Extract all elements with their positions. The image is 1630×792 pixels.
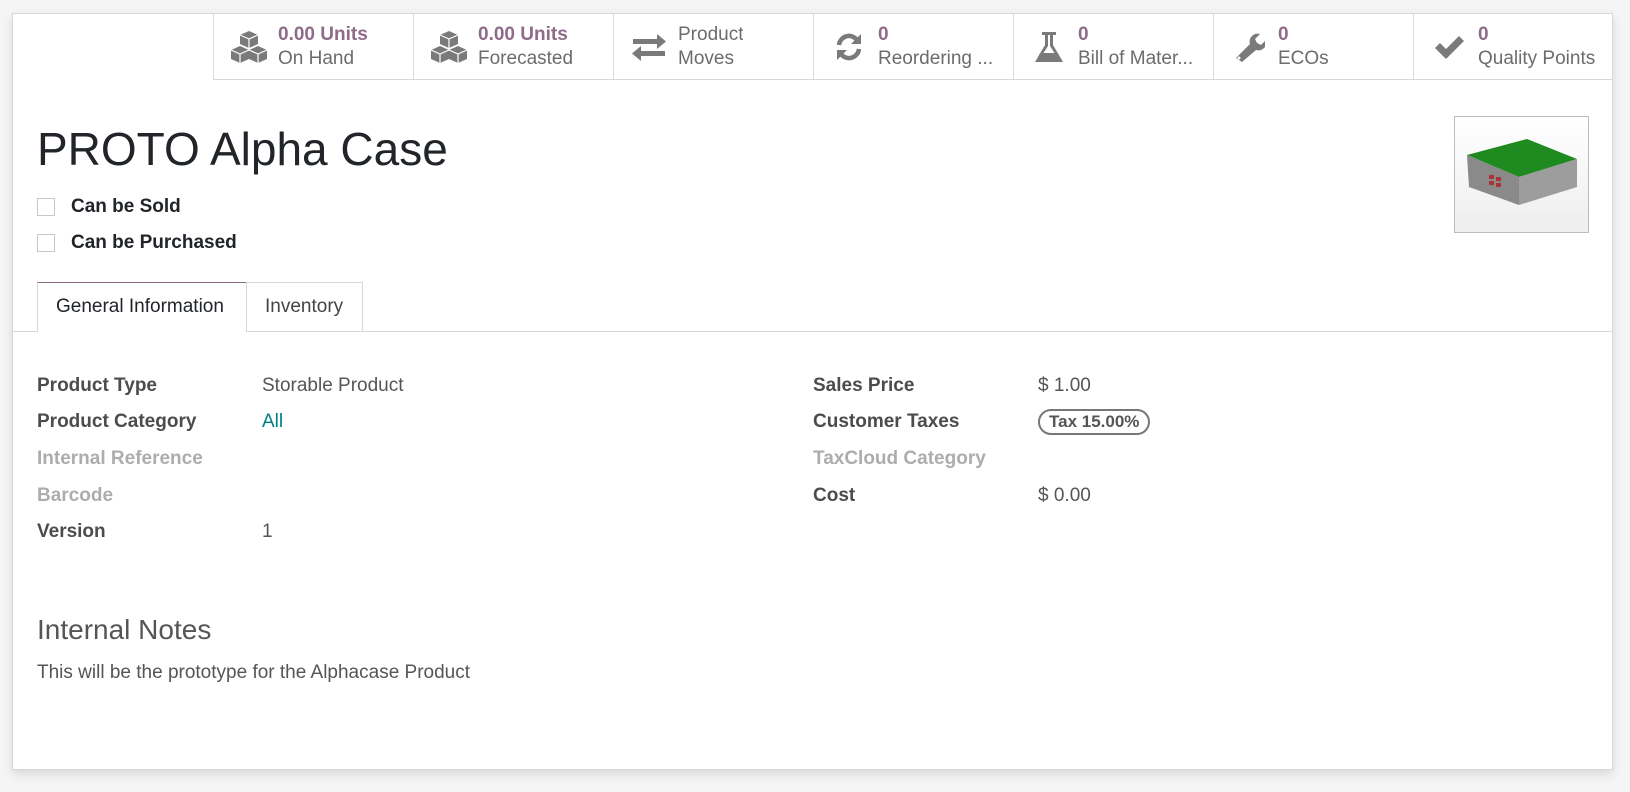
bom-value: 0 [1078, 23, 1089, 45]
customer-taxes-label: Customer Taxes [813, 411, 960, 432]
barcode-label: Barcode [37, 485, 114, 506]
version-value[interactable]: 1 [262, 519, 273, 545]
bom-button[interactable]: 0 Bill of Mater... [1013, 14, 1213, 79]
product-moves-line1: Product [678, 23, 744, 45]
tab-general-information[interactable]: General Information [37, 282, 247, 332]
cost-value[interactable]: $ 0.00 [1038, 483, 1091, 509]
forecasted-label: Forecasted [478, 47, 574, 69]
flask-icon [1028, 29, 1070, 65]
customer-taxes-field[interactable]: Tax 15.00% [1038, 409, 1151, 435]
internal-notes-heading: Internal Notes [37, 614, 212, 645]
on-hand-value: 0.00 Units [278, 23, 368, 45]
ecos-value: 0 [1278, 23, 1289, 45]
product-moves-line2: Moves [678, 47, 734, 69]
notebook-tabs: General Information Inventory [13, 282, 1612, 332]
quality-points-button[interactable]: 0 Quality Points [1413, 14, 1613, 79]
can-be-purchased-checkbox[interactable] [37, 234, 55, 252]
forecasted-button[interactable]: 0.00 Units Forecasted [413, 14, 613, 79]
taxcloud-category-label: TaxCloud Category [813, 448, 986, 469]
can-be-purchased-row: Can be Purchased [37, 232, 237, 254]
product-category-label: Product Category [37, 411, 197, 432]
can-be-sold-row: Can be Sold [37, 196, 181, 218]
on-hand-button[interactable]: 0.00 Units On Hand [213, 14, 413, 79]
product-moves-button[interactable]: Product Moves [613, 14, 813, 79]
cubes-icon [428, 29, 470, 65]
can-be-purchased-label: Can be Purchased [71, 232, 237, 253]
product-type-label: Product Type [37, 375, 157, 396]
sales-price-label: Sales Price [813, 375, 915, 396]
product-type-value[interactable]: Storable Product [262, 373, 404, 399]
cubes-icon [228, 29, 270, 65]
internal-reference-label: Internal Reference [37, 448, 203, 469]
wrench-icon [1228, 29, 1270, 65]
version-label: Version [37, 521, 106, 542]
can-be-sold-checkbox[interactable] [37, 198, 55, 216]
refresh-icon [828, 29, 870, 65]
product-name[interactable]: PROTO Alpha Case [37, 122, 448, 176]
smart-button-box: 0.00 Units On Hand 0.00 Units Forecasted P… [213, 14, 1613, 80]
check-icon [1428, 29, 1470, 65]
can-be-sold-label: Can be Sold [71, 196, 181, 217]
reordering-label: Reordering ... [878, 47, 994, 69]
reordering-button[interactable]: 0 Reordering ... [813, 14, 1013, 79]
product-category-link[interactable]: All [262, 409, 283, 435]
exchange-icon [628, 29, 670, 65]
internal-notes-text[interactable]: This will be the prototype for the Alpha… [37, 662, 470, 684]
product-image[interactable] [1454, 116, 1589, 233]
cost-label: Cost [813, 485, 856, 506]
bom-label: Bill of Mater... [1078, 47, 1194, 69]
tab-inventory[interactable]: Inventory [246, 282, 363, 332]
on-hand-label: On Hand [278, 47, 355, 69]
ecos-button[interactable]: 0 ECOs [1213, 14, 1413, 79]
product-form-sheet: 0.00 Units On Hand 0.00 Units Forecasted P… [12, 13, 1613, 770]
quality-points-label: Quality Points [1478, 47, 1596, 69]
forecasted-value: 0.00 Units [478, 23, 568, 45]
reordering-value: 0 [878, 23, 889, 45]
quality-points-value: 0 [1478, 23, 1489, 45]
ecos-label: ECOs [1278, 47, 1329, 69]
tax-badge[interactable]: Tax 15.00% [1038, 409, 1151, 435]
sales-price-value[interactable]: $ 1.00 [1038, 373, 1091, 399]
